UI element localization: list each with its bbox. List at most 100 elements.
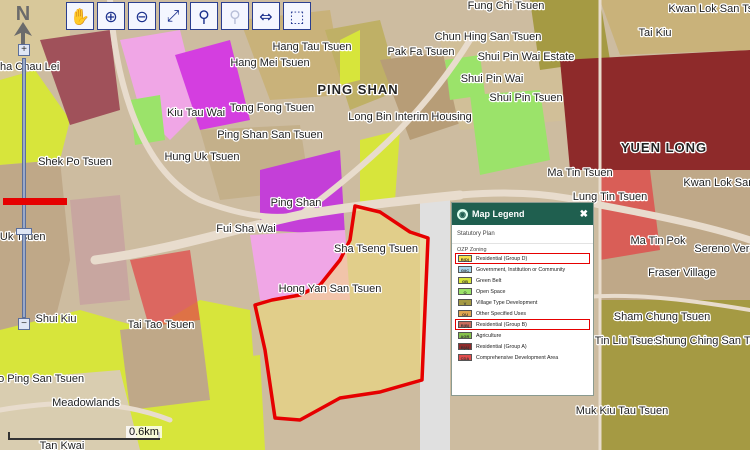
full-extent-glyph: ⤢ <box>166 6 180 25</box>
svg-text:Wo Ping San Tsuen: Wo Ping San Tsuen <box>0 373 84 385</box>
svg-text:Meadowlands: Meadowlands <box>52 397 120 409</box>
legend-swatch: G/IC <box>458 266 472 273</box>
svg-text:Hang Mei Tsuen: Hang Mei Tsuen <box>230 57 309 69</box>
scale-line <box>8 438 160 440</box>
svg-text:Ping Shan San Tsuen: Ping Shan San Tsuen <box>217 129 323 141</box>
legend-item: R(D) Residential (Group D) <box>455 253 590 264</box>
svg-text:Sereno Verde: Sereno Verde <box>694 243 750 255</box>
zoom-track[interactable] <box>22 58 26 318</box>
place-label-11: Long Bin Interim Housing <box>348 111 472 123</box>
svg-text:Shek Po Tsuen: Shek Po Tsuen <box>38 156 112 168</box>
legend-swatch: O <box>458 288 472 295</box>
close-icon[interactable]: ✖ <box>580 209 588 220</box>
zoom-out-icon[interactable]: ⊖ <box>128 2 156 30</box>
place-label-33: Sereno Verde <box>694 243 750 255</box>
place-label-8: PING SHAN <box>317 82 398 97</box>
legend-item: G/IC Government, Institution or Community <box>455 264 590 275</box>
legend-item: OU Other Specified Uses <box>455 308 590 319</box>
legend-title: Map Legend <box>472 209 525 219</box>
map-legend-panel: ◉ Map Legend ✖ Statutory Plan OZP Zoning… <box>451 202 594 396</box>
svg-text:Hang Tau Tsuen: Hang Tau Tsuen <box>272 41 351 53</box>
place-label-25: Kwan Lok San Tsuen <box>668 3 750 15</box>
zoom-in-icon[interactable]: ⊕ <box>97 2 125 30</box>
map-toolbar: ✋ ⊕ ⊖ ⤢ ⚲ ⚲ ⇔ ⬚ <box>66 2 314 30</box>
svg-text:Tai Tao Tsuen: Tai Tao Tsuen <box>128 319 195 331</box>
legend-item-label: Government, Institution or Community <box>476 266 566 273</box>
scale-bar: 0.6km <box>8 426 168 442</box>
place-label-24: Tai Kiu <box>638 27 671 39</box>
swipe-glyph: ⇔ <box>259 6 273 26</box>
legend-swatch: OU <box>458 310 472 317</box>
swipe-icon[interactable]: ⇔ <box>252 2 280 30</box>
legend-swatch: AGR <box>458 332 472 339</box>
place-label-34: Fraser Village <box>648 267 716 279</box>
place-label-1: Shek Po Tsuen <box>38 156 112 168</box>
legend-item-label: Residential (Group D) <box>476 255 528 262</box>
magnify-icon[interactable]: ⚲ <box>221 2 249 30</box>
zoom-out-glyph: ⊖ <box>135 6 149 26</box>
place-label-22: Chun Hing San Tsuen <box>435 31 542 43</box>
legend-item: CDA Comprehensive Development Area <box>455 352 590 363</box>
identify-icon[interactable]: ⚲ <box>190 2 218 30</box>
svg-text:PING SHAN: PING SHAN <box>317 82 398 97</box>
select-icon[interactable]: ⬚ <box>283 2 311 30</box>
legend-swatch: R(A) <box>458 343 472 350</box>
place-label-7: Pak Fa Tsuen <box>387 46 454 58</box>
zoom-minus-button[interactable]: − <box>18 318 30 330</box>
zoom-plus-button[interactable]: + <box>18 44 30 56</box>
place-label-30: Ma Tin Tsuen <box>547 167 612 179</box>
place-label-23: Shui Pin Wai Estate <box>478 51 575 63</box>
scale-tick <box>8 432 10 440</box>
legend-item: V Village Type Development <box>455 297 590 308</box>
place-label-4: Hung Uk Tsuen <box>164 151 239 163</box>
zoning-map[interactable]: Sha Chau Lei Shek Po Tsuen Lee Uk Tsuen … <box>0 0 750 450</box>
north-arrow-icon: N <box>8 2 38 50</box>
svg-text:Hung Uk Tsuen: Hung Uk Tsuen <box>164 151 239 163</box>
svg-text:Tin Liu Tsuen: Tin Liu Tsuen <box>595 335 660 347</box>
place-label-27: Shui Pin Tsuen <box>489 92 562 104</box>
zoom-slider[interactable]: + − <box>16 44 32 330</box>
place-label-14: Sha Tseng Tsuen <box>334 243 418 255</box>
svg-text:Kwan Lok San Tsuen: Kwan Lok San Tsuen <box>668 3 750 15</box>
place-label-13: Fui Sha Wai <box>216 223 276 235</box>
svg-text:Tong Fong Tsuen: Tong Fong Tsuen <box>230 102 314 114</box>
place-label-29: Kwan Lok San Tsuen <box>683 177 750 189</box>
legend-item-label: Residential (Group A) <box>476 343 527 350</box>
svg-text:Ma Tin Tsuen: Ma Tin Tsuen <box>547 167 612 179</box>
zoom-in-glyph: ⊕ <box>104 6 118 26</box>
place-label-16: Tai Tao Tsuen <box>128 319 195 331</box>
svg-text:Shui Pin Tsuen: Shui Pin Tsuen <box>489 92 562 104</box>
place-label-28: YUEN LONG <box>621 140 707 155</box>
scale-label: 0.6km <box>126 426 162 438</box>
svg-text:Hong Yan San Tsuen: Hong Yan San Tsuen <box>279 283 382 295</box>
legend-item: AGR Agriculture <box>455 330 590 341</box>
legend-item-label: Agriculture <box>476 332 502 339</box>
place-label-32: Ma Tin Pok <box>630 235 686 247</box>
svg-text:Tai Kiu: Tai Kiu <box>638 27 671 39</box>
svg-text:Shui Pin Wai: Shui Pin Wai <box>461 73 524 85</box>
place-label-9: Tong Fong Tsuen <box>230 102 314 114</box>
zoom-handle[interactable] <box>16 228 32 235</box>
svg-text:YUEN LONG: YUEN LONG <box>621 140 707 155</box>
legend-item-label: Green Belt <box>476 277 502 284</box>
svg-text:Pak Fa Tsuen: Pak Fa Tsuen <box>387 46 454 58</box>
legend-item-label: Village Type Development <box>476 299 538 306</box>
svg-text:Sha Tseng Tsuen: Sha Tseng Tsuen <box>334 243 418 255</box>
legend-item-label: Open Space <box>476 288 506 295</box>
pan-icon[interactable]: ✋ <box>66 2 94 30</box>
svg-text:Fui Sha Wai: Fui Sha Wai <box>216 223 276 235</box>
place-label-10: Ping Shan San Tsuen <box>217 129 323 141</box>
place-label-35: Sham Chung Tsuen <box>614 311 710 323</box>
place-label-26: Shui Pin Wai <box>461 73 524 85</box>
place-label-37: Shung Ching San Tsuen <box>655 335 750 347</box>
place-label-19: Meadowlands <box>52 397 120 409</box>
north-label: N <box>16 3 30 25</box>
legend-item-label: Residential (Group B) <box>476 321 527 328</box>
svg-text:Ma Tin Pok: Ma Tin Pok <box>630 235 686 247</box>
zoom-level-marker <box>3 198 67 205</box>
svg-text:Shui Pin Wai Estate: Shui Pin Wai Estate <box>478 51 575 63</box>
magnify-glyph: ⚲ <box>229 6 241 26</box>
svg-text:Chun Hing San Tsuen: Chun Hing San Tsuen <box>435 31 542 43</box>
full-extent-icon[interactable]: ⤢ <box>159 2 187 30</box>
svg-text:Shung Ching San Tsuen: Shung Ching San Tsuen <box>655 335 750 347</box>
